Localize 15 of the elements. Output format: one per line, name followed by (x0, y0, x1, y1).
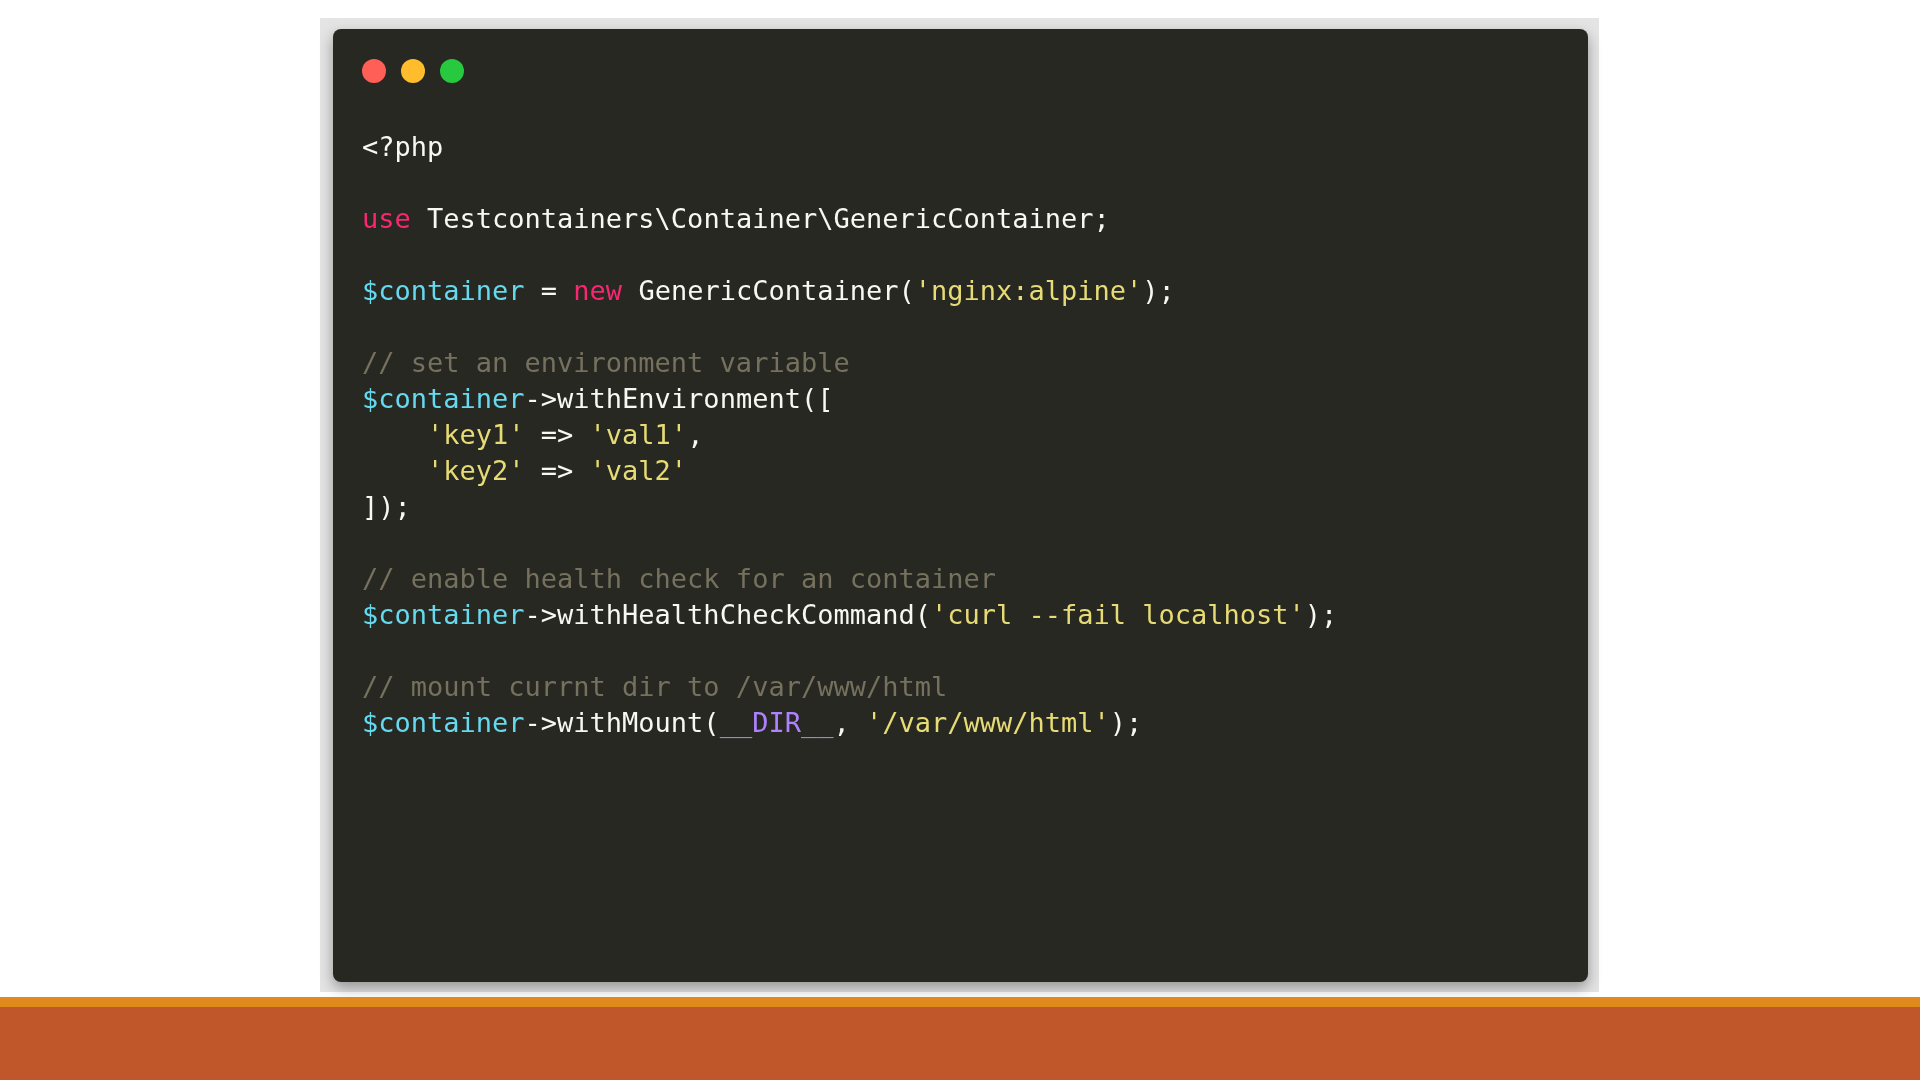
close-icon[interactable] (362, 59, 386, 83)
code-comment: // enable health check for an container (362, 562, 996, 596)
code-line: 'key1' => 'val1', (426, 418, 704, 452)
code-line: 'key2' => 'val2' (426, 454, 688, 488)
code-line: $container->withEnvironment([ (362, 382, 834, 416)
code-line: use Testcontainers\Container\GenericContainer; (362, 202, 1110, 236)
code-comment: // mount currnt dir to /var/www/html (362, 670, 948, 704)
code-line: $container->withMount(__DIR__, '/var/www/html'); (362, 706, 1143, 740)
maximize-icon[interactable] (440, 59, 464, 83)
code-line: <?php (362, 130, 444, 164)
code-line: $container->withHealthCheckCommand('curl --fail localhost'); (362, 598, 1338, 632)
code-comment: // set an environment variable (362, 346, 850, 380)
minimize-icon[interactable] (401, 59, 425, 83)
code-line: $container = new GenericContainer('nginx:alpine'); (362, 274, 1175, 308)
code-line: ]); (362, 490, 411, 524)
